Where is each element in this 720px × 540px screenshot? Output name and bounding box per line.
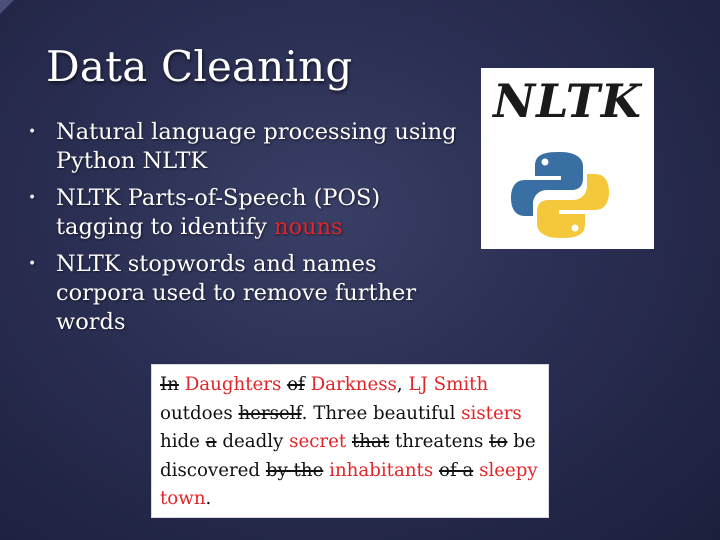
text-excerpt-box: In Daughters of Darkness, LJ Smith outdo… (151, 364, 549, 518)
nltk-logo-text: NLTK (493, 74, 642, 128)
excerpt-noun: sisters (461, 402, 522, 424)
bullet-item: • NLTK stopwords and names corpora used t… (24, 250, 464, 337)
excerpt-text: . Three beautiful (301, 402, 462, 424)
excerpt-removed-word: In (160, 374, 179, 395)
excerpt-text: threatens (389, 431, 490, 452)
excerpt-removed-word: herself (238, 402, 302, 424)
bullet-list: • Natural language processing using Pytho… (24, 118, 464, 345)
slide-title: Data Cleaning (46, 42, 353, 91)
excerpt-noun: LJ Smith (408, 374, 489, 395)
excerpt-noun: Daughters (184, 374, 282, 395)
python-logo-icon (511, 152, 609, 238)
excerpt-removed-word: that (351, 431, 390, 452)
bullet-dot-icon: • (28, 190, 37, 206)
nltk-logo: NLTK (481, 68, 654, 249)
excerpt-removed-word: a (205, 431, 217, 452)
bullet-text: Natural language processing using Python… (56, 119, 457, 174)
excerpt-text: , (396, 374, 409, 395)
excerpt-noun: Darkness (310, 374, 397, 395)
bullet-text: NLTK stopwords and names corpora used to… (56, 251, 417, 335)
bullet-dot-icon: • (28, 124, 37, 140)
excerpt-noun: inhabitants (329, 459, 434, 481)
excerpt-noun: secret (289, 431, 347, 452)
excerpt-removed-word: by the (265, 459, 324, 481)
corner-decoration (0, 0, 14, 14)
bullet-dot-icon: • (28, 256, 37, 272)
bullet-highlight-text: nouns (274, 214, 343, 240)
excerpt-removed-word: to (489, 431, 508, 452)
python-logo-blue-eye (541, 158, 549, 166)
python-logo-yellow-eye (571, 224, 579, 232)
excerpt-text: outdoes (160, 402, 239, 424)
excerpt-text: deadly (216, 431, 290, 452)
bullet-item: • NLTK Parts-of-Speech (POS) tagging to i… (24, 184, 464, 242)
bullet-item: • Natural language processing using Pytho… (24, 118, 464, 176)
excerpt-text: hide (160, 431, 206, 452)
excerpt-text: . (205, 488, 212, 509)
excerpt-removed-word: of a (439, 459, 474, 481)
excerpt-removed-word: of (287, 374, 305, 395)
